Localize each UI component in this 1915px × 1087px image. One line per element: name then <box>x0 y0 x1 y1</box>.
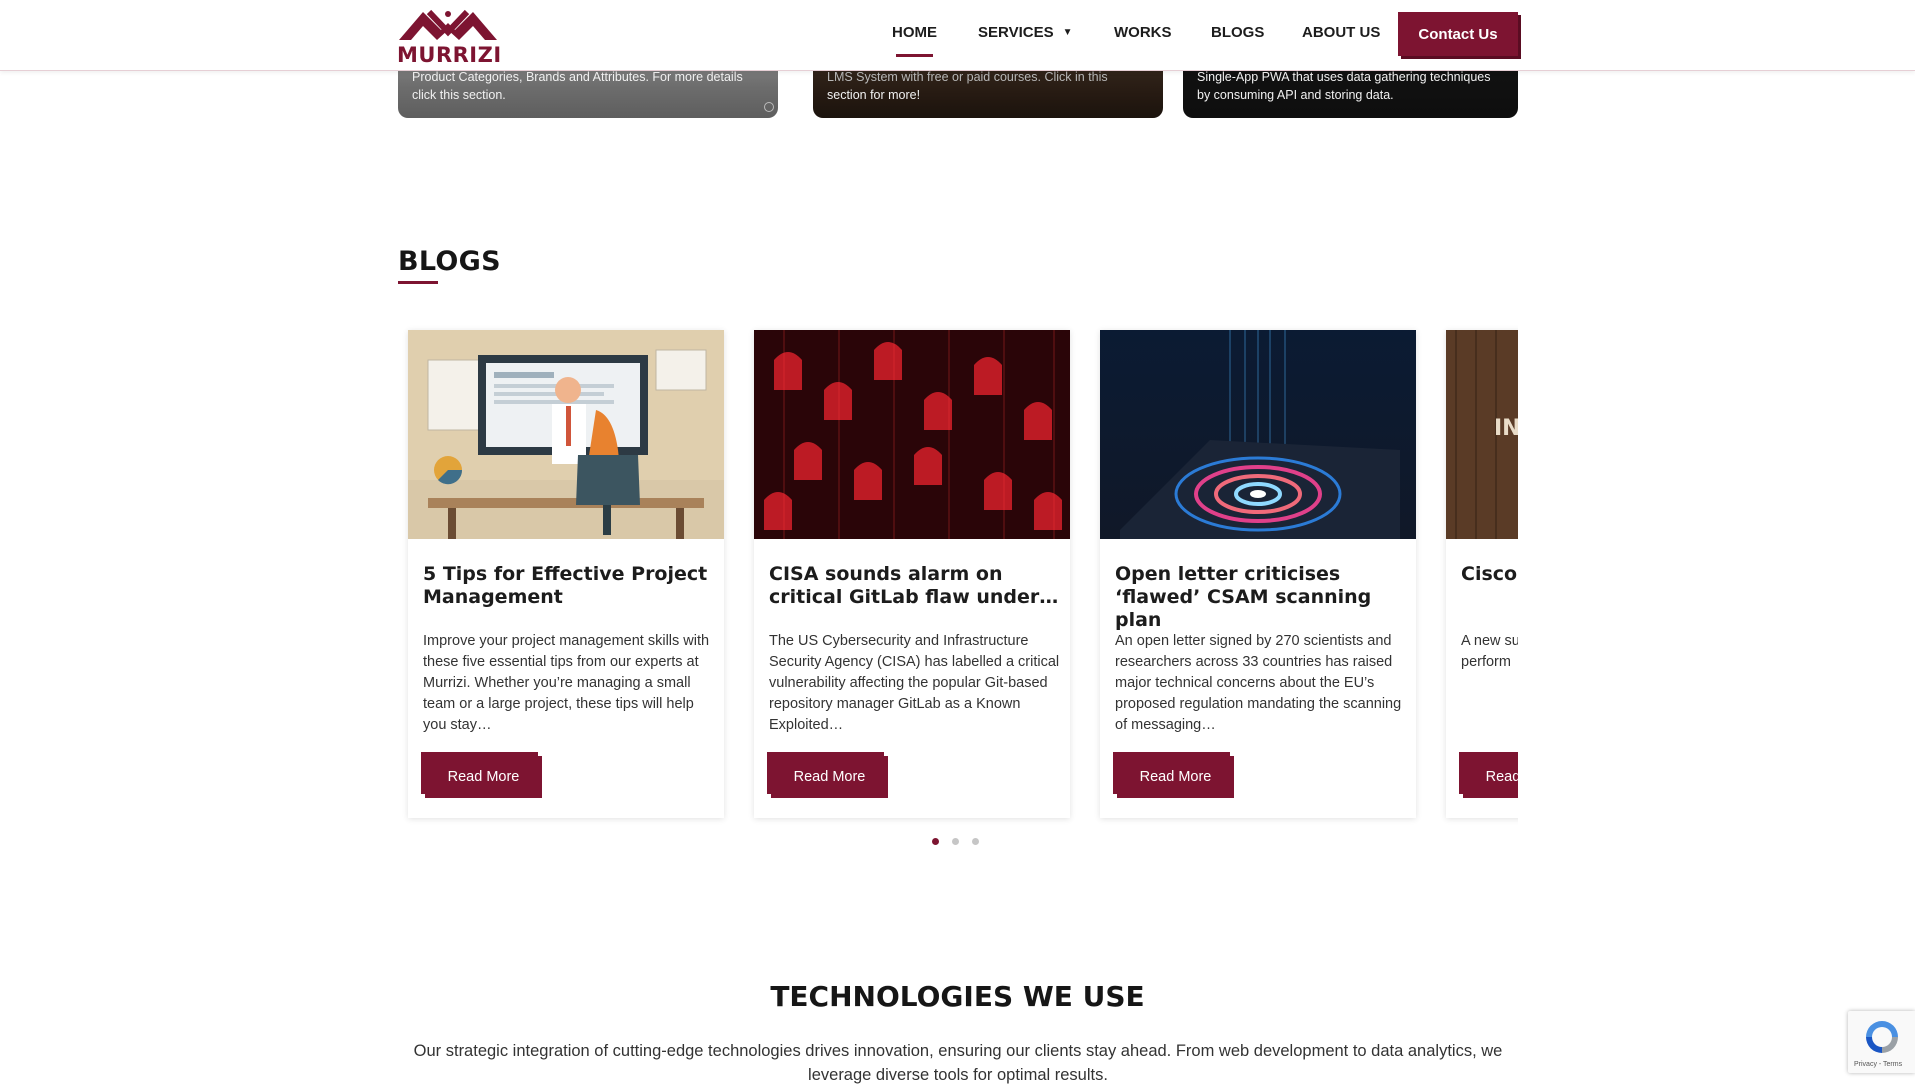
blog-card-excerpt: A new su software than 57% meeting perfo… <box>1461 633 1518 670</box>
nav-blogs-label: BLOGS <box>1211 24 1265 41</box>
blog-thumbnail-gitlab[interactable] <box>754 330 1070 539</box>
nav-home-label: HOME <box>892 24 937 41</box>
blog-card[interactable]: CISA sounds alarm on critical GitLab fla… <box>754 330 1070 818</box>
pagination-dot-3[interactable] <box>972 838 979 845</box>
read-more-button[interactable]: Read More <box>421 752 542 798</box>
nav-about-us-label: ABOUT US <box>1302 24 1381 41</box>
recaptcha-legal[interactable]: Privacy - Terms <box>1854 1061 1902 1068</box>
work-card-3-text: Single-App PWA that uses data gathering … <box>1197 70 1491 102</box>
blog-card[interactable]: 5 Tips for Effective Project Management … <box>408 330 724 818</box>
nav-services-label: SERVICES <box>978 24 1054 41</box>
blog-card[interactable]: IN BE Cisco: major A new su software tha… <box>1446 330 1518 818</box>
pagination-dot-1[interactable] <box>932 838 939 845</box>
heading-underline <box>398 281 438 284</box>
blog-card-excerpt: An open letter signed by 270 scientists … <box>1115 633 1402 733</box>
nav-works[interactable]: WORKS <box>1114 24 1172 41</box>
digital-scanner-icon <box>1100 330 1416 539</box>
logo-text: MURRIZI <box>397 43 502 67</box>
blog-card-excerpt: The US Cybersecurity and Infrastructure … <box>769 633 1060 733</box>
blog-card-title[interactable]: CISA sounds alarm on critical GitLab fla… <box>769 563 1061 609</box>
read-more-button[interactable]: Read More <box>1113 752 1234 798</box>
thumb-sign-text: IN BE <box>1494 416 1518 441</box>
pagination-dot-2[interactable] <box>952 838 959 845</box>
blog-carousel[interactable]: 5 Tips for Effective Project Management … <box>398 320 1518 830</box>
work-card-2-text-main: section for more! <box>827 88 921 102</box>
caret-down-icon: ▼ <box>1062 27 1073 38</box>
recaptcha-badge[interactable]: Privacy - Terms <box>1848 1011 1915 1073</box>
nav-works-label: WORKS <box>1114 24 1172 41</box>
nav-services[interactable]: SERVICES ▼ <box>978 24 1073 41</box>
wooden-sign-icon: IN BE <box>1446 330 1518 539</box>
work-card-2-text: LMS System with free or paid courses. Cl… <box>827 68 1149 104</box>
blog-thumbnail-cisco[interactable]: IN BE <box>1446 330 1518 539</box>
nav-about-us[interactable]: ABOUT US <box>1302 24 1380 41</box>
murrizi-logo[interactable]: MURRIZI <box>397 6 502 67</box>
office-illustration-icon <box>408 330 724 539</box>
ring-icon <box>764 102 774 112</box>
contact-us-button[interactable]: Contact Us <box>1398 12 1518 56</box>
blog-card-title[interactable]: Open letter criticises ‘flawed’ CSAM sca… <box>1115 563 1407 632</box>
blog-thumbnail-project-management[interactable] <box>408 330 724 539</box>
blog-card[interactable]: Open letter criticises ‘flawed’ CSAM sca… <box>1100 330 1416 818</box>
blog-card-excerpt: Improve your project management skills w… <box>423 633 710 733</box>
read-more-button[interactable]: Read More <box>1459 752 1518 798</box>
site-header: MURRIZI HOME SERVICES ▼ WORKS BLOGS ABOUT… <box>0 0 1915 71</box>
nav-blogs[interactable]: BLOGS <box>1211 24 1264 41</box>
blog-card-title[interactable]: 5 Tips for Effective Project Management <box>423 563 715 609</box>
blogs-heading: BLOGS <box>398 246 501 277</box>
red-hooded-figures-icon <box>754 330 1070 539</box>
nav-home[interactable]: HOME <box>892 24 937 57</box>
technologies-description: Our strategic integration of cutting-edg… <box>413 1042 1503 1084</box>
recaptcha-icon <box>1866 1021 1898 1053</box>
blog-thumbnail-csam[interactable] <box>1100 330 1416 539</box>
work-card-1-text: Product Categories, Brands and Attribute… <box>412 70 743 102</box>
logo-mark-icon <box>399 9 497 40</box>
blog-card-title[interactable]: Cisco: major <box>1461 563 1518 586</box>
work-card-2-text-partial: LMS System with free or paid courses. Cl… <box>827 70 1108 84</box>
technologies-heading: TECHNOLOGIES WE USE <box>770 980 1145 1013</box>
read-more-button[interactable]: Read More <box>767 752 888 798</box>
